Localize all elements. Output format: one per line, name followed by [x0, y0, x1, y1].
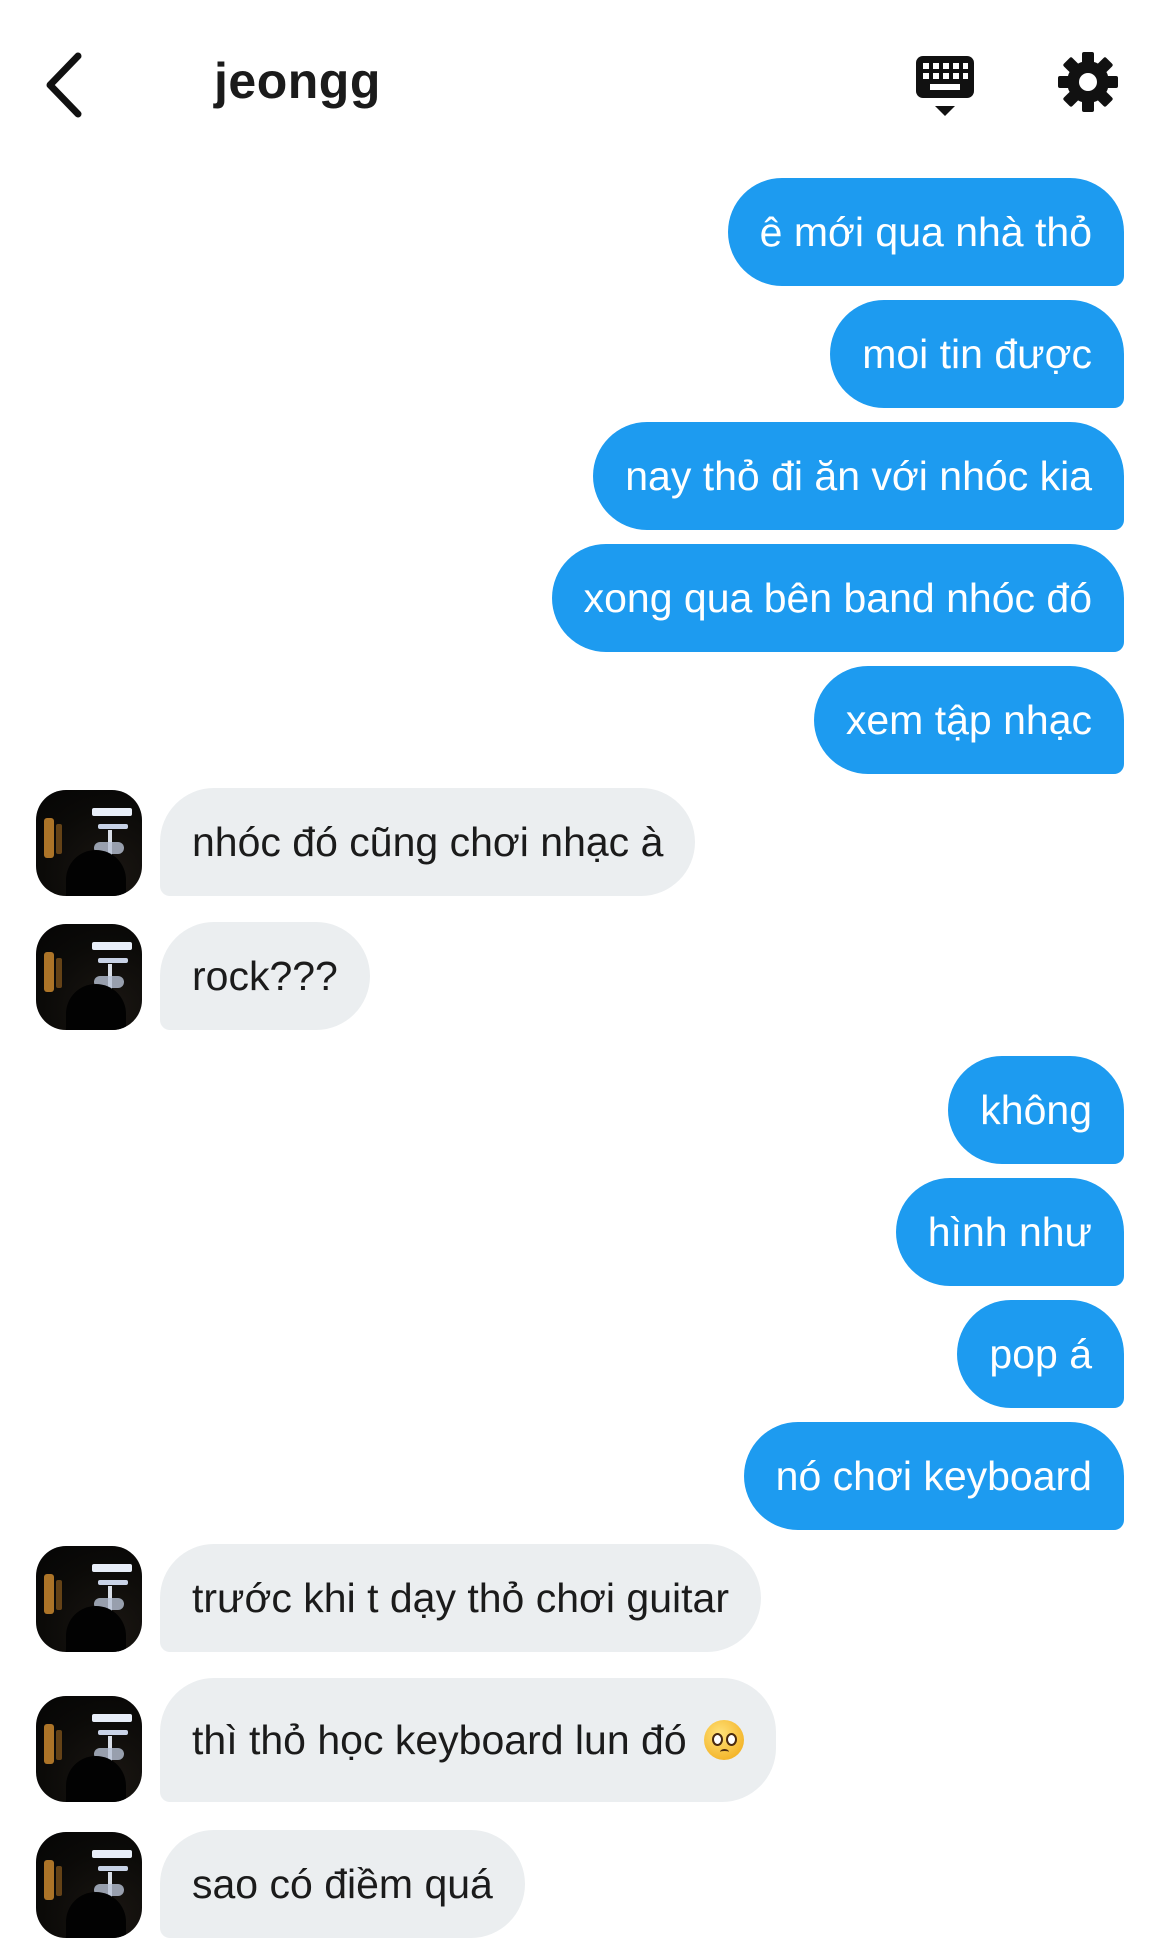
message-bubble-sent[interactable]: xem tập nhạc	[813, 666, 1124, 774]
message-bubble-sent[interactable]: hình như	[895, 1178, 1124, 1286]
message-bubble-received[interactable]: nhóc đó cũng chơi nhạc à	[160, 788, 696, 896]
message-bubble-sent[interactable]: pop á	[957, 1300, 1124, 1408]
contact-avatar[interactable]	[36, 790, 142, 896]
message-bubble-sent[interactable]: nay thỏ đi ăn với nhóc kia	[593, 422, 1124, 530]
message-bubble-received[interactable]: thì thỏ học keyboard lun đó	[160, 1678, 777, 1802]
pleading-face-emoji	[704, 1720, 745, 1761]
conversation-header: jeongg	[0, 0, 1160, 170]
chevron-left-icon	[46, 52, 82, 118]
contact-avatar[interactable]	[36, 924, 142, 1030]
message-bubble-sent[interactable]: xong qua bên band nhóc đó	[551, 544, 1124, 652]
message-bubble-sent[interactable]: không	[948, 1056, 1124, 1164]
message-bubble-received[interactable]: sao có điềm quá	[160, 1830, 525, 1938]
message-bubble-received[interactable]: rock???	[160, 922, 370, 1030]
gear-icon	[1058, 52, 1118, 112]
contact-avatar[interactable]	[36, 1546, 142, 1652]
back-button[interactable]	[36, 40, 96, 130]
message-bubble-sent[interactable]: ê mới qua nhà thỏ	[727, 178, 1124, 286]
contact-avatar[interactable]	[36, 1696, 142, 1802]
conversation-title[interactable]: jeongg	[214, 52, 381, 110]
message-bubble-sent[interactable]: nó chơi keyboard	[743, 1422, 1124, 1530]
keyboard-icon	[916, 56, 974, 116]
message-text: thì thỏ học keyboard lun đó	[192, 1717, 687, 1763]
message-bubble-sent[interactable]: moi tin được	[830, 300, 1124, 408]
settings-button[interactable]	[1056, 50, 1120, 114]
message-bubble-received[interactable]: trước khi t dạy thỏ chơi guitar	[160, 1544, 761, 1652]
contact-avatar[interactable]	[36, 1832, 142, 1938]
keyboard-button[interactable]	[910, 50, 980, 122]
